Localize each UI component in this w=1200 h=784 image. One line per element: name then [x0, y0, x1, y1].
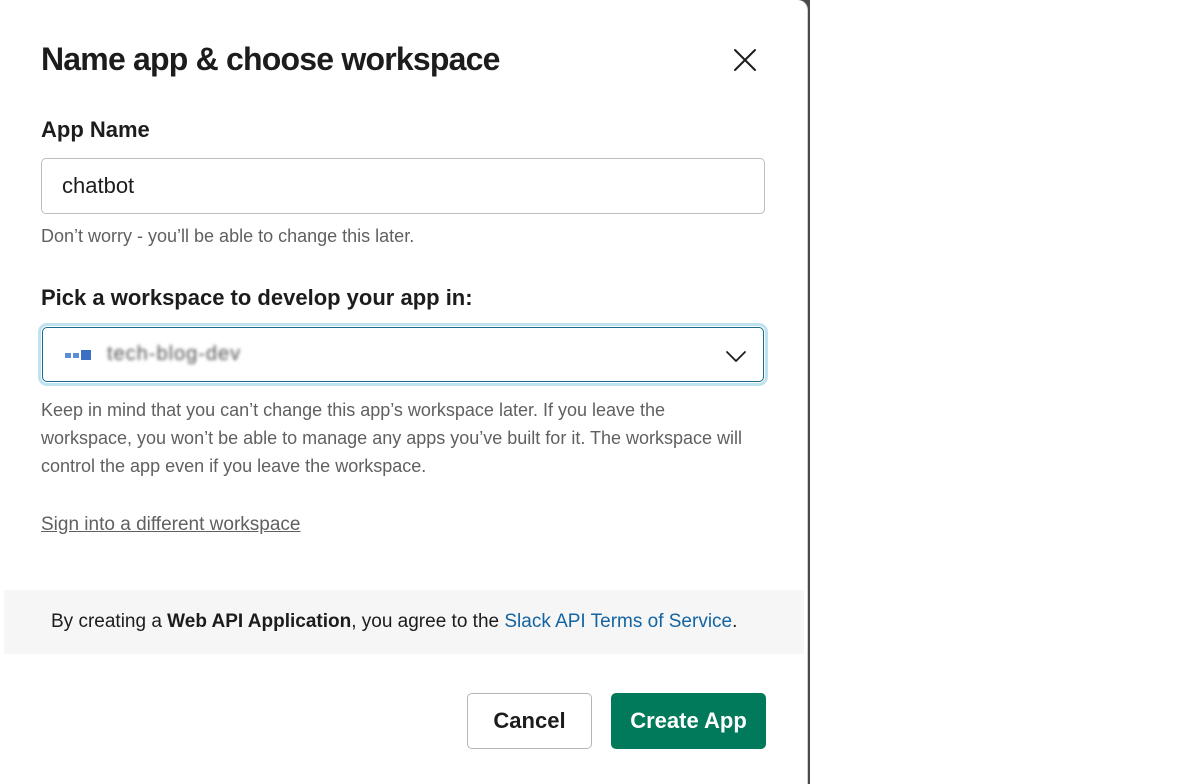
terms-middle: , you agree to the [351, 611, 505, 632]
workspace-select[interactable]: tech-blog-dev [42, 327, 764, 382]
workspace-label: Pick a workspace to develop your app in: [41, 285, 473, 310]
terms-app-type: Web API Application [167, 611, 352, 632]
create-app-modal: Name app & choose workspace App Name Don… [0, 0, 808, 784]
close-icon [734, 49, 756, 71]
create-app-button[interactable]: Create App [611, 693, 766, 749]
close-button[interactable] [725, 40, 765, 80]
app-name-hint: Don’t worry - you’ll be able to change t… [41, 226, 415, 246]
terms-prefix: By creating a [51, 611, 168, 632]
app-name-label: App Name [41, 117, 150, 142]
terms-of-service-link[interactable]: Slack API Terms of Service [504, 611, 732, 633]
workspace-select-focus-ring: tech-blog-dev [38, 323, 768, 386]
workspace-hint: Keep in mind that you can’t change this … [41, 400, 743, 476]
terms-suffix: . [732, 611, 738, 632]
app-name-input[interactable] [41, 158, 765, 214]
chevron-down-icon [726, 351, 746, 362]
modal-title: Name app & choose workspace [41, 41, 500, 77]
sign-into-different-workspace-link[interactable]: Sign into a different workspace [41, 514, 300, 536]
terms-bar: By creating a Web API Application , you … [4, 590, 804, 654]
cancel-button[interactable]: Cancel [467, 693, 592, 749]
workspace-icon [65, 349, 93, 360]
modal-header: Name app & choose workspace [41, 40, 777, 80]
workspace-selected-value: tech-blog-dev [107, 343, 242, 365]
